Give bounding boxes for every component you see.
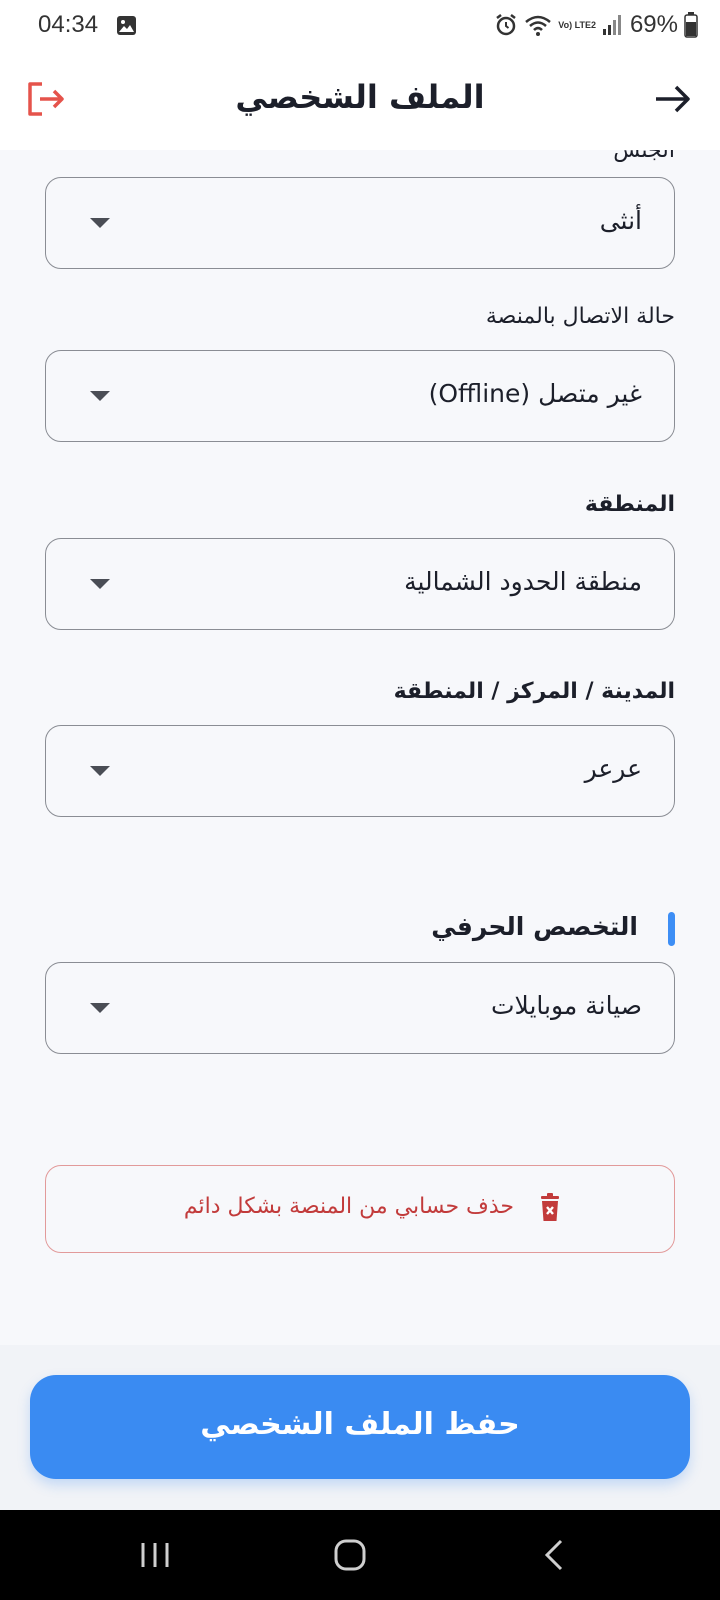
profile-form[interactable]: الجنس أنثى حالة الاتصال بالمنصة غير متصل… bbox=[0, 150, 720, 1345]
gender-label: الجنس bbox=[613, 150, 675, 163]
app-header: الملف الشخصي bbox=[0, 52, 720, 150]
wifi-icon bbox=[525, 15, 552, 36]
save-profile-button[interactable]: حفظ الملف الشخصي bbox=[30, 1375, 690, 1479]
region-label: المنطقة bbox=[584, 492, 675, 517]
battery-percent: 69% bbox=[629, 11, 678, 38]
save-profile-label: حفظ الملف الشخصي bbox=[200, 1407, 520, 1442]
status-bar: 04:34 Vo) LTE2 69% bbox=[0, 0, 720, 52]
chevron-down-icon bbox=[90, 766, 110, 776]
chevron-down-icon bbox=[90, 391, 110, 401]
battery-icon bbox=[684, 12, 698, 38]
specialty-section-title: التخصص الحرفي bbox=[431, 912, 638, 941]
status-time: 04:34 bbox=[38, 11, 99, 38]
network-label: Vo) LTE2 bbox=[558, 20, 596, 30]
chevron-down-icon bbox=[90, 1003, 110, 1013]
chevron-down-icon bbox=[90, 579, 110, 589]
page-title: الملف الشخصي bbox=[235, 78, 485, 116]
city-value: عرعر bbox=[584, 754, 642, 783]
section-accent-bar bbox=[668, 912, 675, 946]
bottom-action-bar: حفظ الملف الشخصي bbox=[0, 1345, 720, 1510]
back-nav-icon[interactable] bbox=[535, 1535, 575, 1575]
city-select[interactable]: عرعر bbox=[45, 725, 675, 817]
region-select[interactable]: منطقة الحدود الشمالية bbox=[45, 538, 675, 630]
gender-select[interactable]: أنثى bbox=[45, 177, 675, 269]
gallery-icon bbox=[117, 16, 136, 35]
chevron-down-icon bbox=[90, 218, 110, 228]
back-arrow-icon[interactable] bbox=[650, 76, 696, 122]
connection-select[interactable]: غير متصل (Offline) bbox=[45, 350, 675, 442]
specialty-value: صيانة موبايلات bbox=[491, 991, 642, 1020]
connection-label: حالة الاتصال بالمنصة bbox=[485, 304, 675, 329]
status-icons: Vo) LTE2 69% bbox=[494, 11, 698, 39]
connection-value: غير متصل (Offline) bbox=[428, 379, 642, 408]
delete-account-button[interactable]: حذف حسابي من المنصة بشكل دائم bbox=[45, 1165, 675, 1253]
system-nav-bar bbox=[0, 1510, 720, 1600]
home-icon[interactable] bbox=[330, 1535, 370, 1575]
alarm-icon bbox=[496, 14, 517, 36]
city-label: المدينة / المركز / المنطقة bbox=[393, 679, 675, 704]
region-value: منطقة الحدود الشمالية bbox=[404, 567, 642, 596]
specialty-select[interactable]: صيانة موبايلات bbox=[45, 962, 675, 1054]
recents-icon[interactable] bbox=[135, 1535, 175, 1575]
gender-value: أنثى bbox=[599, 206, 642, 235]
signal-icon bbox=[602, 15, 621, 35]
trash-icon bbox=[541, 1193, 559, 1221]
delete-account-label: حذف حسابي من المنصة بشكل دائم bbox=[183, 1194, 514, 1219]
